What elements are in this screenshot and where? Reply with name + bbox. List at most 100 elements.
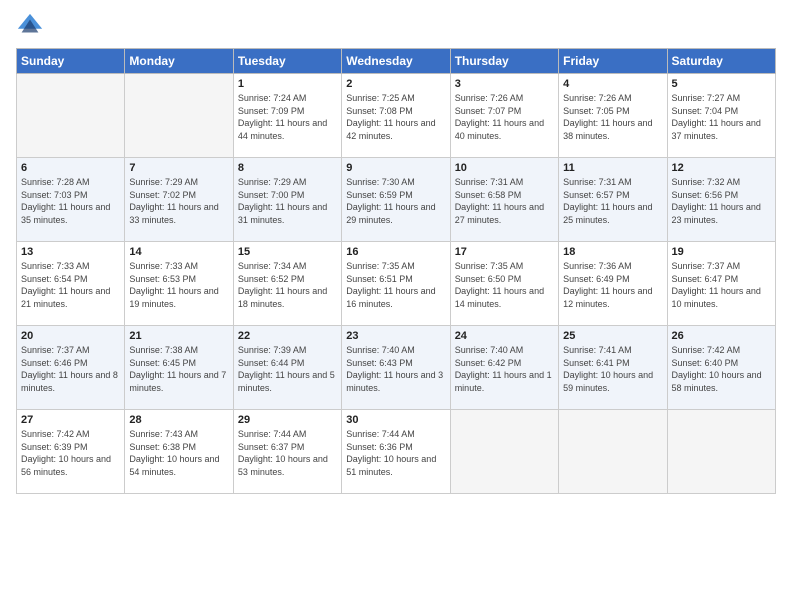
cell-info: Sunrise: 7:26 AMSunset: 7:05 PMDaylight:…	[563, 92, 662, 142]
day-number: 11	[563, 162, 662, 174]
cell-info: Sunrise: 7:35 AMSunset: 6:51 PMDaylight:…	[346, 260, 445, 310]
cell-info: Sunrise: 7:40 AMSunset: 6:43 PMDaylight:…	[346, 344, 445, 394]
day-number: 10	[455, 162, 554, 174]
day-number: 8	[238, 162, 337, 174]
day-number: 15	[238, 246, 337, 258]
day-header-saturday: Saturday	[667, 49, 775, 74]
calendar-cell: 27 Sunrise: 7:42 AMSunset: 6:39 PMDayligh…	[17, 410, 125, 494]
day-number: 9	[346, 162, 445, 174]
calendar-cell: 28 Sunrise: 7:43 AMSunset: 6:38 PMDayligh…	[125, 410, 233, 494]
cell-info: Sunrise: 7:27 AMSunset: 7:04 PMDaylight:…	[672, 92, 771, 142]
day-number: 29	[238, 414, 337, 426]
day-number: 24	[455, 330, 554, 342]
cell-info: Sunrise: 7:31 AMSunset: 6:57 PMDaylight:…	[563, 176, 662, 226]
calendar-cell: 15 Sunrise: 7:34 AMSunset: 6:52 PMDayligh…	[233, 242, 341, 326]
cell-info: Sunrise: 7:32 AMSunset: 6:56 PMDaylight:…	[672, 176, 771, 226]
day-number: 26	[672, 330, 771, 342]
cell-info: Sunrise: 7:37 AMSunset: 6:46 PMDaylight:…	[21, 344, 120, 394]
day-header-tuesday: Tuesday	[233, 49, 341, 74]
cell-info: Sunrise: 7:36 AMSunset: 6:49 PMDaylight:…	[563, 260, 662, 310]
calendar-cell: 9 Sunrise: 7:30 AMSunset: 6:59 PMDaylight…	[342, 158, 450, 242]
calendar-cell: 14 Sunrise: 7:33 AMSunset: 6:53 PMDayligh…	[125, 242, 233, 326]
day-number: 13	[21, 246, 120, 258]
cell-info: Sunrise: 7:26 AMSunset: 7:07 PMDaylight:…	[455, 92, 554, 142]
day-number: 7	[129, 162, 228, 174]
day-number: 14	[129, 246, 228, 258]
cell-info: Sunrise: 7:44 AMSunset: 6:36 PMDaylight:…	[346, 428, 445, 478]
cell-info: Sunrise: 7:43 AMSunset: 6:38 PMDaylight:…	[129, 428, 228, 478]
cell-info: Sunrise: 7:25 AMSunset: 7:08 PMDaylight:…	[346, 92, 445, 142]
calendar-cell: 10 Sunrise: 7:31 AMSunset: 6:58 PMDayligh…	[450, 158, 558, 242]
day-number: 17	[455, 246, 554, 258]
calendar-cell: 8 Sunrise: 7:29 AMSunset: 7:00 PMDaylight…	[233, 158, 341, 242]
logo	[16, 12, 46, 40]
cell-info: Sunrise: 7:30 AMSunset: 6:59 PMDaylight:…	[346, 176, 445, 226]
day-number: 1	[238, 78, 337, 90]
day-number: 5	[672, 78, 771, 90]
day-number: 23	[346, 330, 445, 342]
day-number: 25	[563, 330, 662, 342]
day-number: 28	[129, 414, 228, 426]
calendar-cell: 23 Sunrise: 7:40 AMSunset: 6:43 PMDayligh…	[342, 326, 450, 410]
calendar-cell: 19 Sunrise: 7:37 AMSunset: 6:47 PMDayligh…	[667, 242, 775, 326]
calendar-header-row: SundayMondayTuesdayWednesdayThursdayFrid…	[17, 49, 776, 74]
day-number: 2	[346, 78, 445, 90]
cell-info: Sunrise: 7:41 AMSunset: 6:41 PMDaylight:…	[563, 344, 662, 394]
cell-info: Sunrise: 7:33 AMSunset: 6:54 PMDaylight:…	[21, 260, 120, 310]
calendar-cell: 11 Sunrise: 7:31 AMSunset: 6:57 PMDayligh…	[559, 158, 667, 242]
cell-info: Sunrise: 7:37 AMSunset: 6:47 PMDaylight:…	[672, 260, 771, 310]
calendar-cell: 30 Sunrise: 7:44 AMSunset: 6:36 PMDayligh…	[342, 410, 450, 494]
day-number: 12	[672, 162, 771, 174]
calendar-cell: 17 Sunrise: 7:35 AMSunset: 6:50 PMDayligh…	[450, 242, 558, 326]
day-number: 30	[346, 414, 445, 426]
logo-icon	[16, 12, 44, 40]
calendar-week-row: 6 Sunrise: 7:28 AMSunset: 7:03 PMDaylight…	[17, 158, 776, 242]
day-number: 20	[21, 330, 120, 342]
calendar-week-row: 1Sunrise: 7:24 AMSunset: 7:09 PMDaylight…	[17, 74, 776, 158]
cell-info: Sunrise: 7:42 AMSunset: 6:39 PMDaylight:…	[21, 428, 120, 478]
day-number: 6	[21, 162, 120, 174]
calendar-cell	[667, 410, 775, 494]
cell-info: Sunrise: 7:29 AMSunset: 7:00 PMDaylight:…	[238, 176, 337, 226]
calendar-cell: 21 Sunrise: 7:38 AMSunset: 6:45 PMDayligh…	[125, 326, 233, 410]
cell-info: Sunrise: 7:31 AMSunset: 6:58 PMDaylight:…	[455, 176, 554, 226]
calendar-week-row: 13 Sunrise: 7:33 AMSunset: 6:54 PMDayligh…	[17, 242, 776, 326]
cell-info: Sunrise: 7:40 AMSunset: 6:42 PMDaylight:…	[455, 344, 554, 394]
calendar-week-row: 20 Sunrise: 7:37 AMSunset: 6:46 PMDayligh…	[17, 326, 776, 410]
calendar-cell: 25 Sunrise: 7:41 AMSunset: 6:41 PMDayligh…	[559, 326, 667, 410]
cell-info: Sunrise: 7:34 AMSunset: 6:52 PMDaylight:…	[238, 260, 337, 310]
day-number: 4	[563, 78, 662, 90]
cell-info: Sunrise: 7:38 AMSunset: 6:45 PMDaylight:…	[129, 344, 228, 394]
day-number: 19	[672, 246, 771, 258]
day-number: 18	[563, 246, 662, 258]
calendar-cell: 6 Sunrise: 7:28 AMSunset: 7:03 PMDaylight…	[17, 158, 125, 242]
day-number: 21	[129, 330, 228, 342]
day-header-thursday: Thursday	[450, 49, 558, 74]
calendar-cell	[450, 410, 558, 494]
calendar-cell: 13 Sunrise: 7:33 AMSunset: 6:54 PMDayligh…	[17, 242, 125, 326]
calendar-cell: 16 Sunrise: 7:35 AMSunset: 6:51 PMDayligh…	[342, 242, 450, 326]
cell-info: Sunrise: 7:44 AMSunset: 6:37 PMDaylight:…	[238, 428, 337, 478]
day-number: 27	[21, 414, 120, 426]
calendar-cell: 12 Sunrise: 7:32 AMSunset: 6:56 PMDayligh…	[667, 158, 775, 242]
calendar-cell: 1Sunrise: 7:24 AMSunset: 7:09 PMDaylight…	[233, 74, 341, 158]
calendar-cell: 5 Sunrise: 7:27 AMSunset: 7:04 PMDaylight…	[667, 74, 775, 158]
calendar-cell: 18 Sunrise: 7:36 AMSunset: 6:49 PMDayligh…	[559, 242, 667, 326]
calendar-cell: 29 Sunrise: 7:44 AMSunset: 6:37 PMDayligh…	[233, 410, 341, 494]
calendar-cell: 22Sunrise: 7:39 AMSunset: 6:44 PMDayligh…	[233, 326, 341, 410]
calendar-cell	[559, 410, 667, 494]
calendar-cell: 26 Sunrise: 7:42 AMSunset: 6:40 PMDayligh…	[667, 326, 775, 410]
day-number: 22	[238, 330, 337, 342]
cell-info: Sunrise: 7:33 AMSunset: 6:53 PMDaylight:…	[129, 260, 228, 310]
cell-info: Sunrise: 7:29 AMSunset: 7:02 PMDaylight:…	[129, 176, 228, 226]
calendar-table: SundayMondayTuesdayWednesdayThursdayFrid…	[16, 48, 776, 494]
day-header-wednesday: Wednesday	[342, 49, 450, 74]
cell-info: Sunrise: 7:28 AMSunset: 7:03 PMDaylight:…	[21, 176, 120, 226]
calendar-week-row: 27 Sunrise: 7:42 AMSunset: 6:39 PMDayligh…	[17, 410, 776, 494]
calendar-cell: 2 Sunrise: 7:25 AMSunset: 7:08 PMDaylight…	[342, 74, 450, 158]
cell-info: Sunrise: 7:35 AMSunset: 6:50 PMDaylight:…	[455, 260, 554, 310]
cell-info: Sunrise: 7:42 AMSunset: 6:40 PMDaylight:…	[672, 344, 771, 394]
day-number: 16	[346, 246, 445, 258]
calendar-cell: 7 Sunrise: 7:29 AMSunset: 7:02 PMDaylight…	[125, 158, 233, 242]
calendar-cell	[125, 74, 233, 158]
